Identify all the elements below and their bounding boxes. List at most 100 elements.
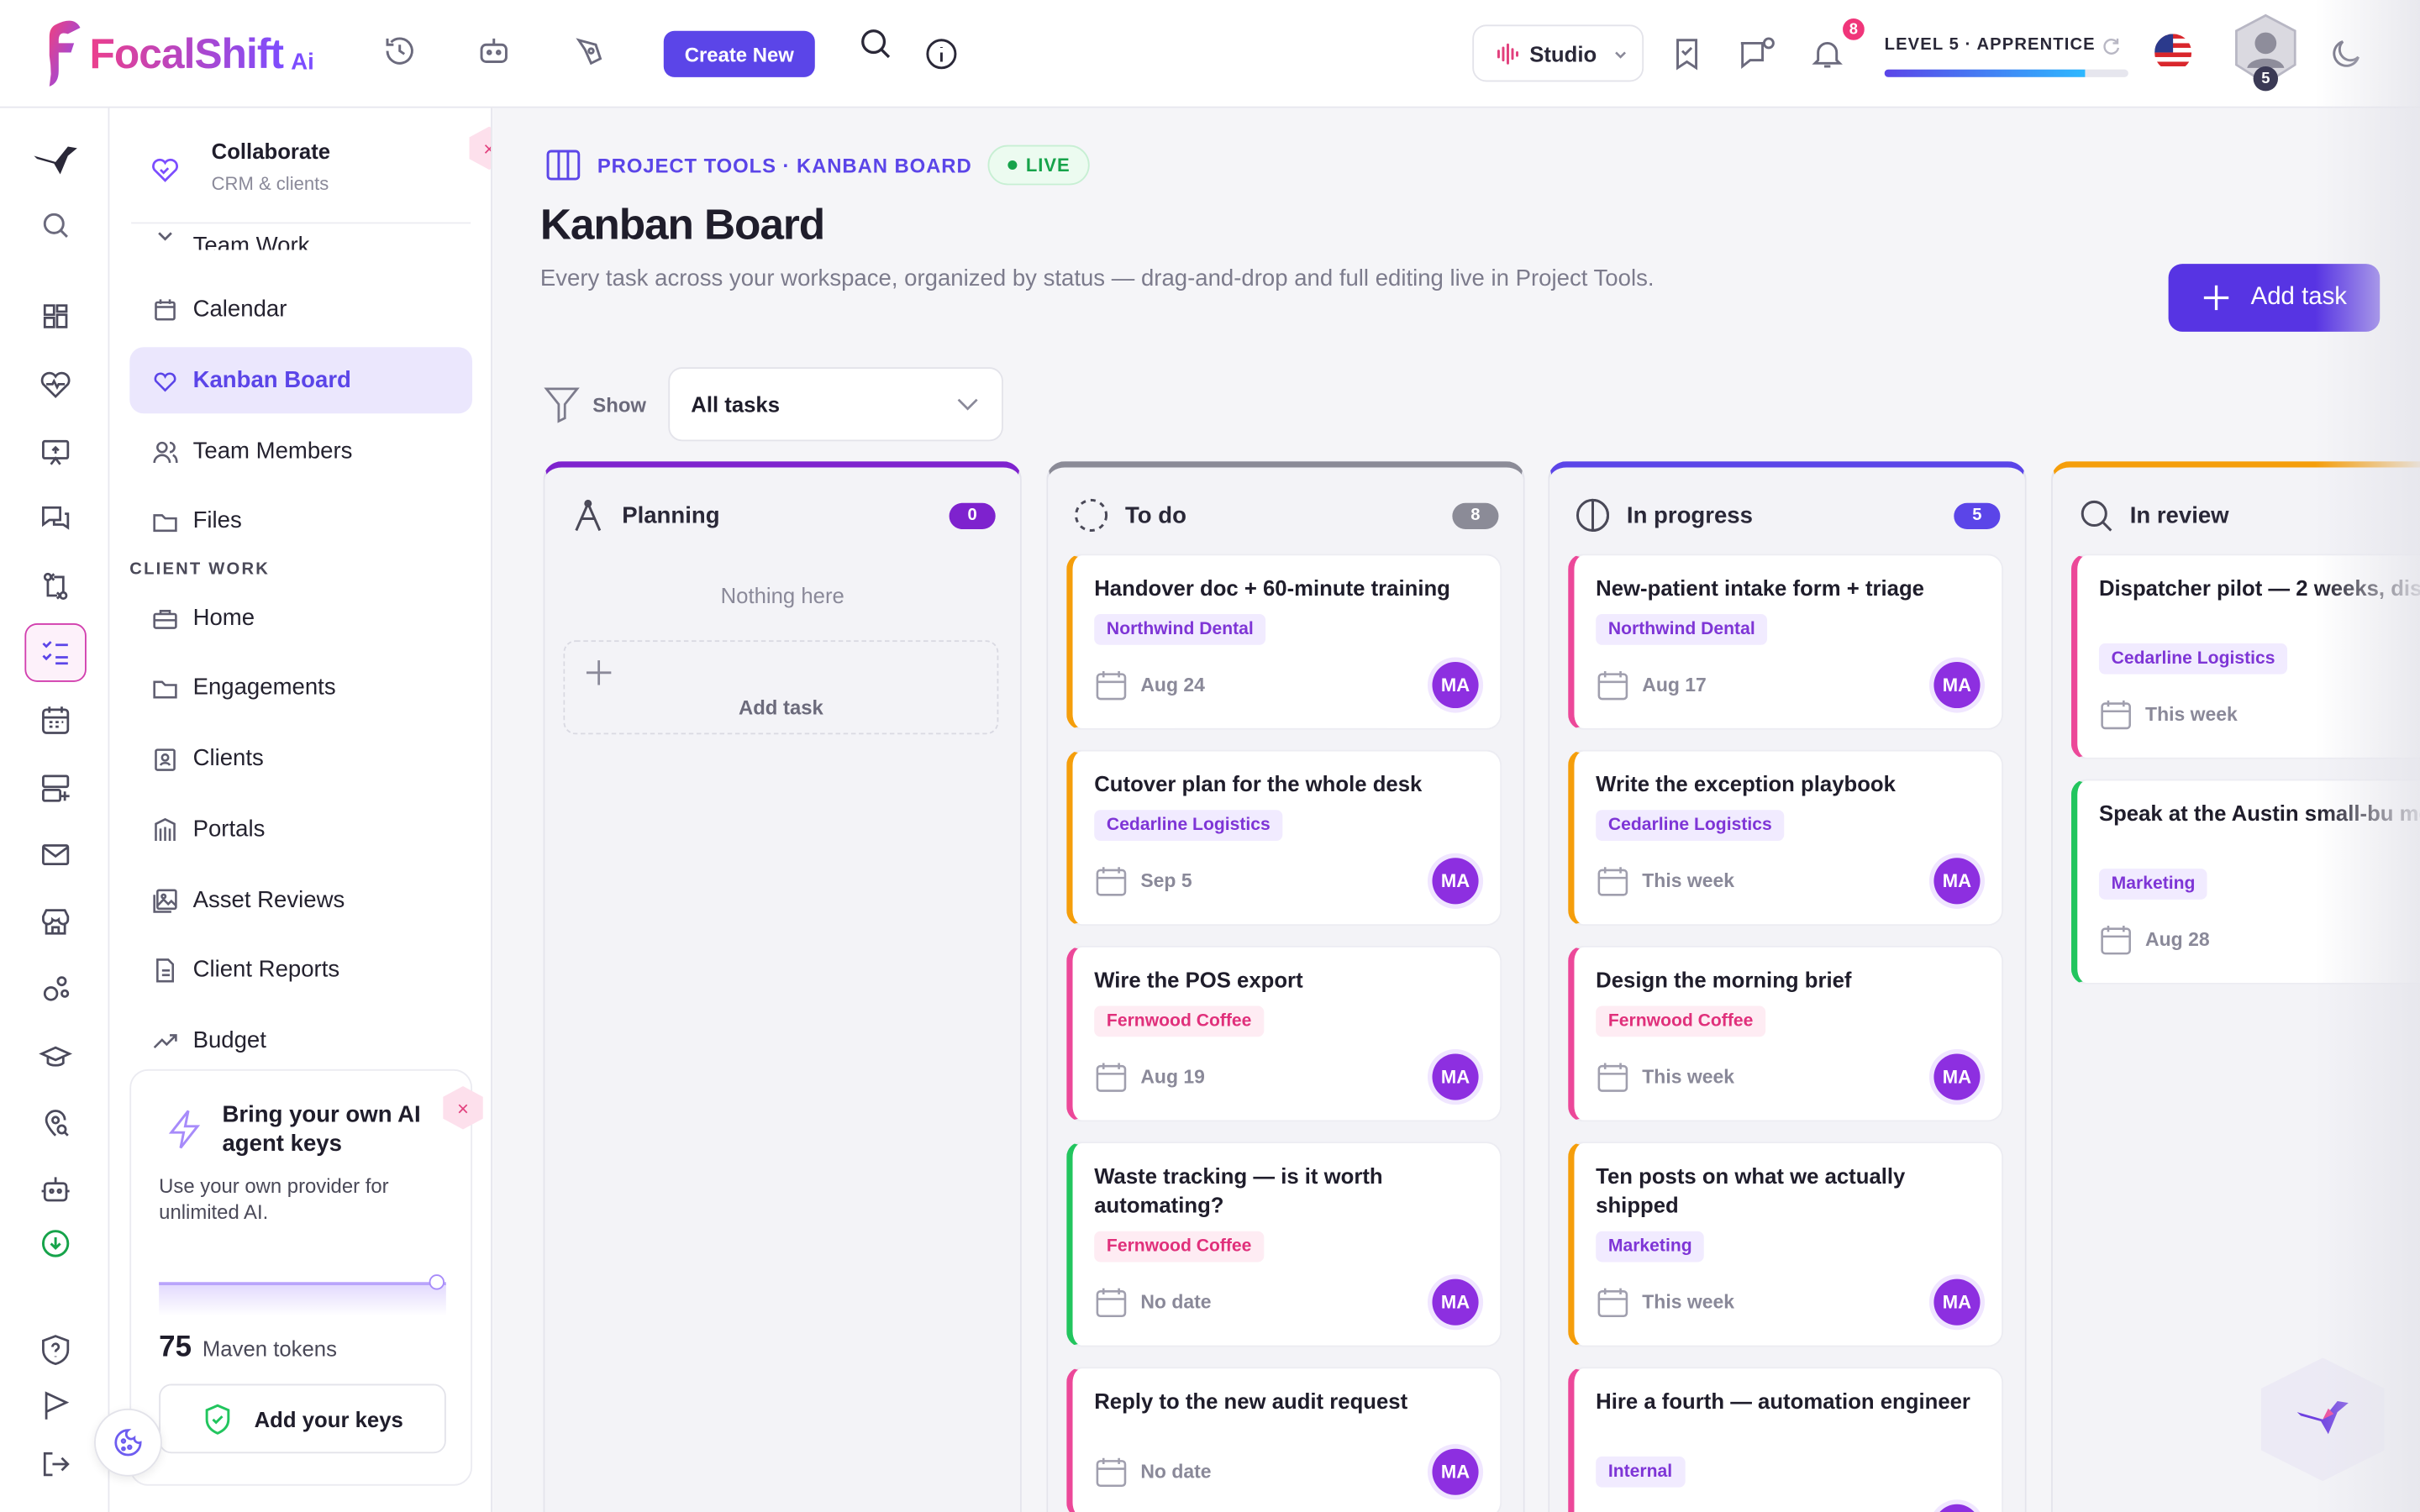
client-tag[interactable]: Fernwood Coffee bbox=[1094, 1231, 1265, 1263]
add-task-dropzone[interactable]: Add task bbox=[563, 640, 999, 735]
due-date[interactable]: Aug 17 bbox=[1596, 668, 1707, 701]
calendar-icon bbox=[2099, 922, 2133, 956]
client-tag[interactable]: Northwind Dental bbox=[1094, 614, 1266, 645]
due-date[interactable]: No date bbox=[1094, 1285, 1212, 1319]
search-icon[interactable] bbox=[855, 24, 896, 64]
sidebar: Collaborate CRM & clients × Team Work Ca… bbox=[109, 108, 492, 1512]
sidebar-item-kanban-board[interactable]: Kanban Board bbox=[129, 347, 473, 414]
client-tag[interactable]: Cedarline Logistics bbox=[1596, 810, 1785, 842]
sidebar-item-asset-reviews[interactable]: Asset Reviews bbox=[129, 867, 472, 933]
assignee-avatar[interactable]: MA bbox=[1432, 661, 1479, 709]
task-card[interactable]: Design the morning brief Fernwood Coffee T… bbox=[1568, 945, 2004, 1122]
tasks-icon[interactable] bbox=[24, 623, 87, 682]
pen-tool-icon[interactable] bbox=[571, 31, 612, 71]
assignee-avatar[interactable]: MA bbox=[1933, 858, 1981, 905]
task-filter-select[interactable]: All tasks bbox=[667, 367, 1003, 442]
location-search-icon[interactable] bbox=[34, 1101, 76, 1144]
assignee-avatar[interactable]: MA bbox=[1933, 1278, 1981, 1326]
studio-selector[interactable]: Studio bbox=[1472, 24, 1644, 82]
cookie-settings-button[interactable] bbox=[94, 1408, 162, 1477]
bot-icon[interactable] bbox=[474, 31, 514, 71]
users-circles-icon[interactable] bbox=[34, 968, 76, 1011]
task-card[interactable]: Cutover plan for the whole desk Cedarline… bbox=[1066, 749, 1502, 927]
sidebar-item-home[interactable]: Home bbox=[129, 585, 472, 651]
breadcrumb-text[interactable]: PROJECT TOOLS · KANBAN BOARD bbox=[597, 154, 972, 177]
due-date[interactable]: Aug 24 bbox=[1094, 668, 1205, 701]
client-tag[interactable]: Marketing bbox=[1596, 1231, 1705, 1263]
assignee-avatar[interactable]: MA bbox=[1933, 1504, 1981, 1512]
mail-icon[interactable] bbox=[34, 833, 76, 876]
sidebar-item-calendar[interactable]: Calendar bbox=[129, 276, 472, 343]
app-logo[interactable]: FocalShift Ai bbox=[46, 18, 314, 89]
chat-bubbles-icon[interactable] bbox=[34, 496, 76, 539]
sidebar-item-team-work[interactable]: Team Work bbox=[129, 213, 472, 250]
column-header[interactable]: Planning 0 bbox=[570, 496, 996, 536]
info-icon[interactable] bbox=[922, 34, 962, 74]
client-tag[interactable]: Internal bbox=[1596, 1456, 1685, 1488]
due-date[interactable]: This week bbox=[1596, 1060, 1734, 1094]
column-header[interactable]: To do 8 bbox=[1073, 496, 1499, 536]
presentation-icon[interactable] bbox=[34, 430, 76, 473]
git-compare-icon[interactable] bbox=[34, 564, 76, 607]
flag-icon[interactable] bbox=[34, 1384, 76, 1427]
sidebar-item-client-reports[interactable]: Client Reports bbox=[129, 937, 472, 1003]
add-keys-button[interactable]: Add your keys bbox=[159, 1383, 446, 1454]
task-card[interactable]: Handover doc + 60-minute training Northwi… bbox=[1066, 554, 1502, 730]
server-add-icon[interactable] bbox=[34, 767, 76, 810]
due-date[interactable]: This week bbox=[1596, 864, 1734, 898]
graduation-cap-icon[interactable] bbox=[34, 1035, 76, 1078]
client-tag[interactable]: Cedarline Logistics bbox=[2098, 643, 2288, 675]
history-icon[interactable] bbox=[380, 31, 420, 71]
task-card[interactable]: Reply to the new audit request No date MA bbox=[1066, 1367, 1502, 1512]
due-date[interactable]: Aug 19 bbox=[1094, 1060, 1205, 1094]
task-card[interactable]: Ten posts on what we actually shipped Mar… bbox=[1568, 1142, 2004, 1347]
sidebar-item-engagements[interactable]: Engagements bbox=[129, 654, 472, 721]
chat-icon[interactable] bbox=[1736, 34, 1776, 74]
task-card[interactable]: Hire a fourth — automation engineer Inter… bbox=[1568, 1367, 2004, 1512]
create-new-button[interactable]: Create New bbox=[663, 30, 815, 77]
task-card[interactable]: Waste tracking — is it worth automating?… bbox=[1066, 1142, 1502, 1347]
assignee-avatar[interactable]: MA bbox=[1933, 1053, 1981, 1100]
bookmark-check-icon[interactable] bbox=[1667, 34, 1707, 74]
search-icon[interactable] bbox=[34, 203, 76, 246]
assignee-avatar[interactable]: MA bbox=[1432, 1053, 1479, 1100]
sidebar-item-portals[interactable]: Portals bbox=[129, 796, 472, 863]
heart-pulse-icon[interactable] bbox=[34, 363, 76, 406]
client-tag[interactable]: Fernwood Coffee bbox=[1596, 1005, 1766, 1037]
task-card[interactable]: New-patient intake form + triage Northwin… bbox=[1568, 554, 2004, 730]
assignee-avatar[interactable]: MA bbox=[1432, 1448, 1479, 1495]
due-date[interactable]: This week bbox=[2099, 697, 2238, 731]
sidebar-item-team-members[interactable]: Team Members bbox=[129, 418, 472, 485]
sidebar-item-clients[interactable]: Clients bbox=[129, 725, 472, 791]
due-date[interactable]: No date bbox=[1094, 1455, 1212, 1488]
due-date[interactable]: Aug 28 bbox=[2099, 922, 2210, 956]
task-card[interactable]: Write the exception playbook Cedarline Lo… bbox=[1568, 749, 2004, 927]
assignee-avatar[interactable]: MA bbox=[1432, 1278, 1479, 1326]
robot-icon[interactable] bbox=[34, 1168, 76, 1210]
client-tag[interactable]: Marketing bbox=[2098, 869, 2208, 900]
hummingbird-icon[interactable] bbox=[29, 136, 82, 188]
close-icon[interactable]: × bbox=[469, 126, 492, 171]
client-tag[interactable]: Northwind Dental bbox=[1596, 614, 1768, 645]
us-flag-icon[interactable] bbox=[2154, 34, 2192, 71]
sidebar-item-files[interactable]: Files bbox=[129, 487, 472, 554]
due-date[interactable]: Sep 5 bbox=[1094, 864, 1192, 898]
column-header[interactable]: In progress 5 bbox=[1574, 496, 2001, 536]
help-shield-icon[interactable] bbox=[34, 1328, 76, 1371]
due-date[interactable]: This week bbox=[1596, 1285, 1734, 1319]
task-card[interactable]: Wire the POS export Fernwood Coffee Aug 19… bbox=[1066, 945, 1502, 1122]
client-tag[interactable]: Fernwood Coffee bbox=[1094, 1005, 1265, 1037]
assignee-avatar[interactable]: MA bbox=[1432, 858, 1479, 905]
client-tag[interactable]: Cedarline Logistics bbox=[1094, 810, 1283, 842]
refresh-icon[interactable] bbox=[2099, 34, 2123, 58]
download-circle-icon[interactable] bbox=[34, 1222, 76, 1265]
bell-icon[interactable] bbox=[1807, 34, 1848, 74]
sidebar-item-budget[interactable]: Budget bbox=[129, 1007, 472, 1074]
assignee-avatar[interactable]: MA bbox=[1933, 661, 1981, 709]
logout-icon[interactable] bbox=[34, 1442, 76, 1485]
calendar-icon[interactable] bbox=[34, 699, 76, 742]
collaborate-header[interactable]: Collaborate CRM & clients bbox=[131, 127, 471, 224]
dashboard-icon[interactable] bbox=[34, 295, 76, 338]
store-icon[interactable] bbox=[34, 900, 76, 942]
user-avatar[interactable]: 5 bbox=[2232, 13, 2300, 93]
